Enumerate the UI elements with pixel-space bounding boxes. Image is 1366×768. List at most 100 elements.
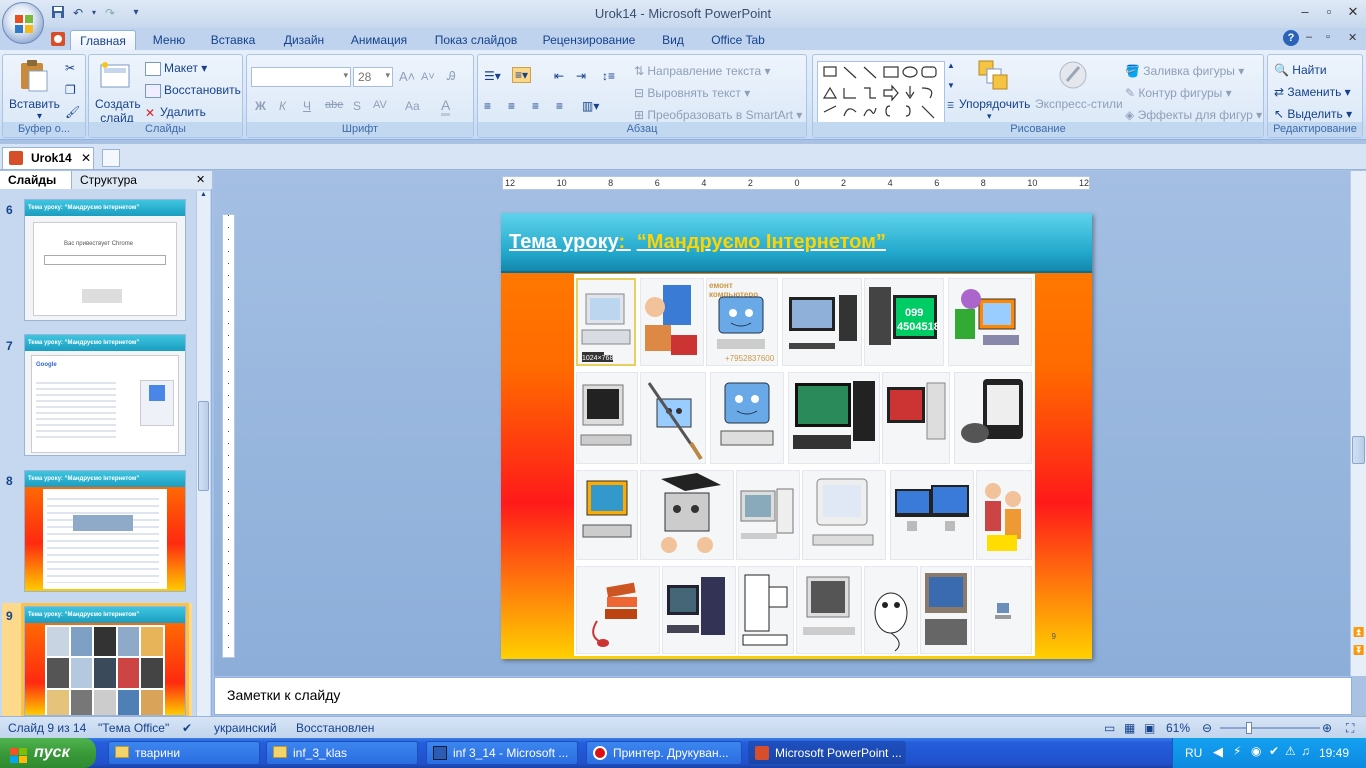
- grow-font-icon[interactable]: A˄: [399, 69, 415, 84]
- zoom-in-icon[interactable]: ⊕: [1322, 721, 1332, 735]
- slide-thumbnail-6[interactable]: Тема уроку: “Мандруємо Інтернетом” Вас п…: [24, 199, 186, 321]
- font-name-dropdown-icon[interactable]: ▾: [343, 70, 348, 81]
- numbering-icon[interactable]: ≡▾: [512, 67, 532, 83]
- italic-button[interactable]: К: [279, 99, 286, 113]
- tray-volume-icon[interactable]: ♫: [1301, 744, 1310, 758]
- line-spacing-icon[interactable]: ↕≡: [602, 69, 615, 83]
- arrange-icon[interactable]: [977, 59, 1009, 91]
- layout-button[interactable]: Макет ▾: [145, 61, 207, 76]
- shape-fill-button[interactable]: 🪣 Заливка фигуры ▾: [1125, 64, 1244, 78]
- tab-home[interactable]: Главная: [70, 30, 136, 50]
- change-case-button[interactable]: Aa: [405, 99, 420, 113]
- language-status[interactable]: украинский: [214, 721, 277, 735]
- close-button[interactable]: ✕: [1342, 4, 1364, 22]
- shadow-button[interactable]: S: [353, 99, 361, 113]
- new-tab-icon[interactable]: [102, 149, 120, 167]
- slideshow-icon[interactable]: ▣: [1144, 721, 1155, 735]
- spellcheck-icon[interactable]: ✔: [182, 721, 192, 735]
- align-right-icon[interactable]: ≡: [532, 99, 539, 113]
- align-center-icon[interactable]: ≡: [508, 99, 515, 113]
- slide-sorter-icon[interactable]: ▦: [1124, 721, 1135, 735]
- maximize-button[interactable]: ▫: [1318, 4, 1340, 22]
- help-icon[interactable]: ?: [1283, 30, 1299, 46]
- increase-indent-icon[interactable]: ⇥: [576, 69, 586, 83]
- task-folder-tvaryny[interactable]: тварини: [108, 741, 260, 765]
- text-direction-button[interactable]: ⇅ Направление текста ▾: [634, 64, 771, 78]
- slide-canvas[interactable]: Тема уроку: “Мандруємо Інтернетом” 1024×…: [501, 213, 1092, 659]
- select-button[interactable]: ↖ Выделить ▾: [1274, 107, 1352, 121]
- shapes-more-icon[interactable]: ☰: [947, 101, 954, 110]
- clear-format-icon[interactable]: Ꭿ: [447, 69, 456, 84]
- columns-icon[interactable]: ▥▾: [582, 99, 599, 113]
- tab-design[interactable]: Дизайн: [278, 30, 330, 50]
- notes-pane[interactable]: Заметки к слайду: [214, 677, 1352, 715]
- tab-insert[interactable]: Вставка: [206, 30, 260, 50]
- shrink-font-icon[interactable]: A˅: [421, 71, 435, 83]
- slide-thumbnail-8[interactable]: Тема уроку: “Мандруємо Інтернетом”: [24, 470, 186, 592]
- replace-button[interactable]: ⇄ Заменить ▾: [1274, 85, 1351, 99]
- reset-button[interactable]: Восстановить: [145, 83, 241, 98]
- smartart-button[interactable]: ⊞ Преобразовать в SmartArt ▾: [634, 108, 802, 122]
- align-text-button[interactable]: ⊟ Выровнять текст ▾: [634, 86, 750, 100]
- task-opera-browser[interactable]: Принтер. Друкуван...: [586, 741, 742, 765]
- char-spacing-button[interactable]: AV: [373, 99, 387, 111]
- format-painter-icon[interactable]: 🖌: [65, 105, 80, 119]
- font-color-button[interactable]: A: [441, 97, 451, 116]
- ribbon-restore-icon[interactable]: ▫: [1326, 31, 1330, 43]
- arrange-dropdown-icon[interactable]: ▾: [987, 111, 992, 122]
- paste-button[interactable]: Вставить: [9, 97, 60, 111]
- find-button[interactable]: 🔍 Найти: [1274, 63, 1327, 77]
- strikethrough-button[interactable]: abe: [325, 99, 343, 111]
- new-slide-icon[interactable]: [99, 61, 131, 93]
- shape-outline-button[interactable]: ✎ Контур фигуры ▾: [1125, 86, 1232, 100]
- decrease-indent-icon[interactable]: ⇤: [554, 69, 564, 83]
- tab-slideshow[interactable]: Показ слайдов: [430, 30, 522, 50]
- font-size-dropdown-icon[interactable]: ▾: [385, 70, 390, 81]
- slides-panel-scroll-thumb[interactable]: [198, 401, 209, 491]
- tray-antivirus-icon[interactable]: ✔: [1269, 744, 1279, 758]
- input-language[interactable]: RU: [1185, 746, 1202, 760]
- computer-image-collage[interactable]: 1024×768 емонт компьютеро +7952837600 09…: [574, 274, 1035, 656]
- doc-tab-close-icon[interactable]: ✕: [81, 148, 91, 168]
- office-tab-app-icon[interactable]: [50, 31, 68, 49]
- underline-button[interactable]: Ч: [303, 99, 311, 113]
- paste-dropdown-icon[interactable]: ▾: [37, 111, 42, 122]
- bullets-icon[interactable]: ☰▾: [484, 69, 501, 83]
- editor-scrollbar[interactable]: ⏫ ⏬: [1350, 171, 1366, 676]
- scroll-up-icon[interactable]: ▲: [197, 191, 210, 203]
- clock[interactable]: 19:49: [1319, 746, 1349, 760]
- tab-animation[interactable]: Анимация: [346, 30, 412, 50]
- delete-slide-button[interactable]: ✕ Удалить: [145, 105, 206, 120]
- task-powerpoint[interactable]: Microsoft PowerPoint ...: [748, 741, 906, 765]
- font-name-combo[interactable]: ▾: [251, 67, 351, 87]
- bold-button[interactable]: Ж: [255, 99, 266, 113]
- justify-icon[interactable]: ≡: [556, 99, 563, 113]
- fit-window-icon[interactable]: ⛶: [1346, 721, 1354, 736]
- normal-view-icon[interactable]: ▭: [1104, 721, 1115, 735]
- office-button[interactable]: [2, 2, 44, 44]
- new-slide-button[interactable]: Создать слайд: [95, 97, 141, 125]
- tray-back-icon[interactable]: ◀: [1213, 744, 1223, 760]
- doc-close-icon[interactable]: ✕: [1348, 31, 1357, 44]
- shapes-scroll-down-icon[interactable]: ▼: [947, 81, 955, 90]
- shapes-gallery[interactable]: [817, 61, 945, 123]
- copy-icon[interactable]: ❐: [65, 83, 76, 97]
- zoom-out-icon[interactable]: ⊖: [1202, 721, 1212, 735]
- tab-view[interactable]: Вид: [656, 30, 690, 50]
- tray-app-icon-2[interactable]: ◉: [1251, 744, 1261, 758]
- zoom-slider-thumb[interactable]: [1246, 722, 1252, 734]
- tray-app-icon-1[interactable]: ⚡: [1233, 744, 1241, 758]
- tab-slides[interactable]: Слайды: [0, 171, 72, 189]
- slide-title[interactable]: Тема уроку: “Мандруємо Інтернетом”: [509, 231, 886, 254]
- start-button[interactable]: пуск: [0, 738, 96, 768]
- editor-scroll-thumb[interactable]: [1352, 436, 1365, 464]
- zoom-slider[interactable]: [1220, 722, 1320, 734]
- tab-outline[interactable]: Структура: [80, 171, 137, 189]
- prev-slide-icon[interactable]: ⏫: [1353, 627, 1364, 638]
- shapes-scroll-up-icon[interactable]: ▲: [947, 61, 955, 70]
- shape-effects-button[interactable]: ◈ Эффекты для фигур ▾: [1125, 108, 1262, 122]
- tab-menu[interactable]: Меню: [145, 30, 193, 50]
- quick-styles-icon[interactable]: [1057, 59, 1089, 91]
- slide-thumbnail-9[interactable]: Тема уроку: “Мандруємо Інтернетом”: [21, 603, 189, 719]
- cut-icon[interactable]: ✂: [65, 61, 75, 75]
